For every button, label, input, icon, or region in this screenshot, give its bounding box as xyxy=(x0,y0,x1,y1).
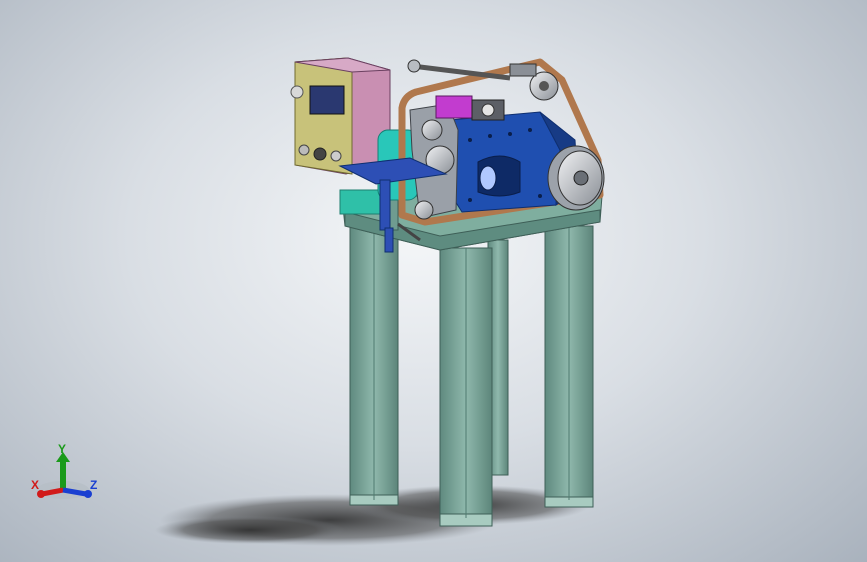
control-knob-top[interactable] xyxy=(290,85,304,99)
contact-wheel-upper xyxy=(421,119,443,141)
graphics-viewport[interactable]: X Y Z xyxy=(0,0,867,562)
stand-legs xyxy=(349,221,594,527)
control-box-screen xyxy=(309,85,345,115)
cad-model-view[interactable] xyxy=(0,0,867,562)
triad-label-y: Y xyxy=(58,442,67,456)
control-knob-2[interactable] xyxy=(313,147,327,161)
control-knob-3[interactable] xyxy=(330,150,342,162)
control-box[interactable] xyxy=(290,57,391,175)
tracking-knob[interactable] xyxy=(407,59,421,73)
contact-wheel-lower xyxy=(414,200,434,220)
triad-label-z: Z xyxy=(90,478,98,492)
control-knob-1[interactable] xyxy=(298,144,310,156)
triad-label-x: X xyxy=(31,478,40,492)
drive-wheel xyxy=(547,145,605,211)
